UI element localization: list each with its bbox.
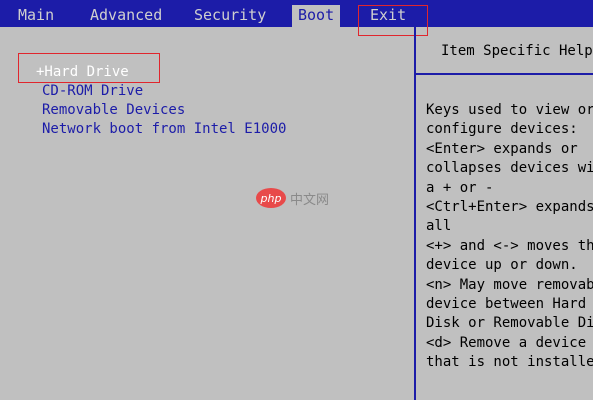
help-line: Disk or Removable Dis <box>426 315 593 332</box>
menu-main[interactable]: Main <box>18 5 54 25</box>
help-line: configure devices: <box>426 121 578 138</box>
watermark: php 中文网 <box>256 188 329 208</box>
help-title: Item Specific Help <box>441 43 593 59</box>
help-line: all <box>426 218 452 235</box>
boot-item-cdrom[interactable]: CD-ROM Drive <box>42 82 143 100</box>
help-line: collapses devices wit <box>426 160 593 177</box>
php-logo-icon: php <box>256 188 286 208</box>
hard-drive-highlight-box <box>18 53 160 83</box>
help-line: Keys used to view or <box>426 102 593 118</box>
menu-bar: Main Advanced Security Boot Exit <box>0 0 593 27</box>
help-line: device between Hard <box>426 295 587 312</box>
help-line: a + or - <box>426 179 494 196</box>
help-title-divider <box>416 73 593 75</box>
help-line: that is not installed <box>426 354 593 371</box>
menu-security[interactable]: Security <box>194 5 266 25</box>
help-text: Keys used to view or configure devices: … <box>426 101 593 372</box>
boot-item-network[interactable]: Network boot from Intel E1000 <box>42 120 286 138</box>
help-line: <n> May move removabl <box>426 276 593 293</box>
watermark-text: 中文网 <box>290 192 330 208</box>
help-line: <Ctrl+Enter> expands <box>426 198 593 215</box>
pane-divider-vertical <box>414 27 416 400</box>
help-line: device up or down. <box>426 257 578 274</box>
menu-advanced[interactable]: Advanced <box>90 5 162 25</box>
help-line: <Enter> expands or <box>426 140 578 157</box>
help-line: <d> Remove a device <box>426 334 587 351</box>
menu-boot[interactable]: Boot <box>292 5 341 27</box>
help-line: <+> and <-> moves the <box>426 237 593 254</box>
boot-item-removable[interactable]: Removable Devices <box>42 101 185 119</box>
